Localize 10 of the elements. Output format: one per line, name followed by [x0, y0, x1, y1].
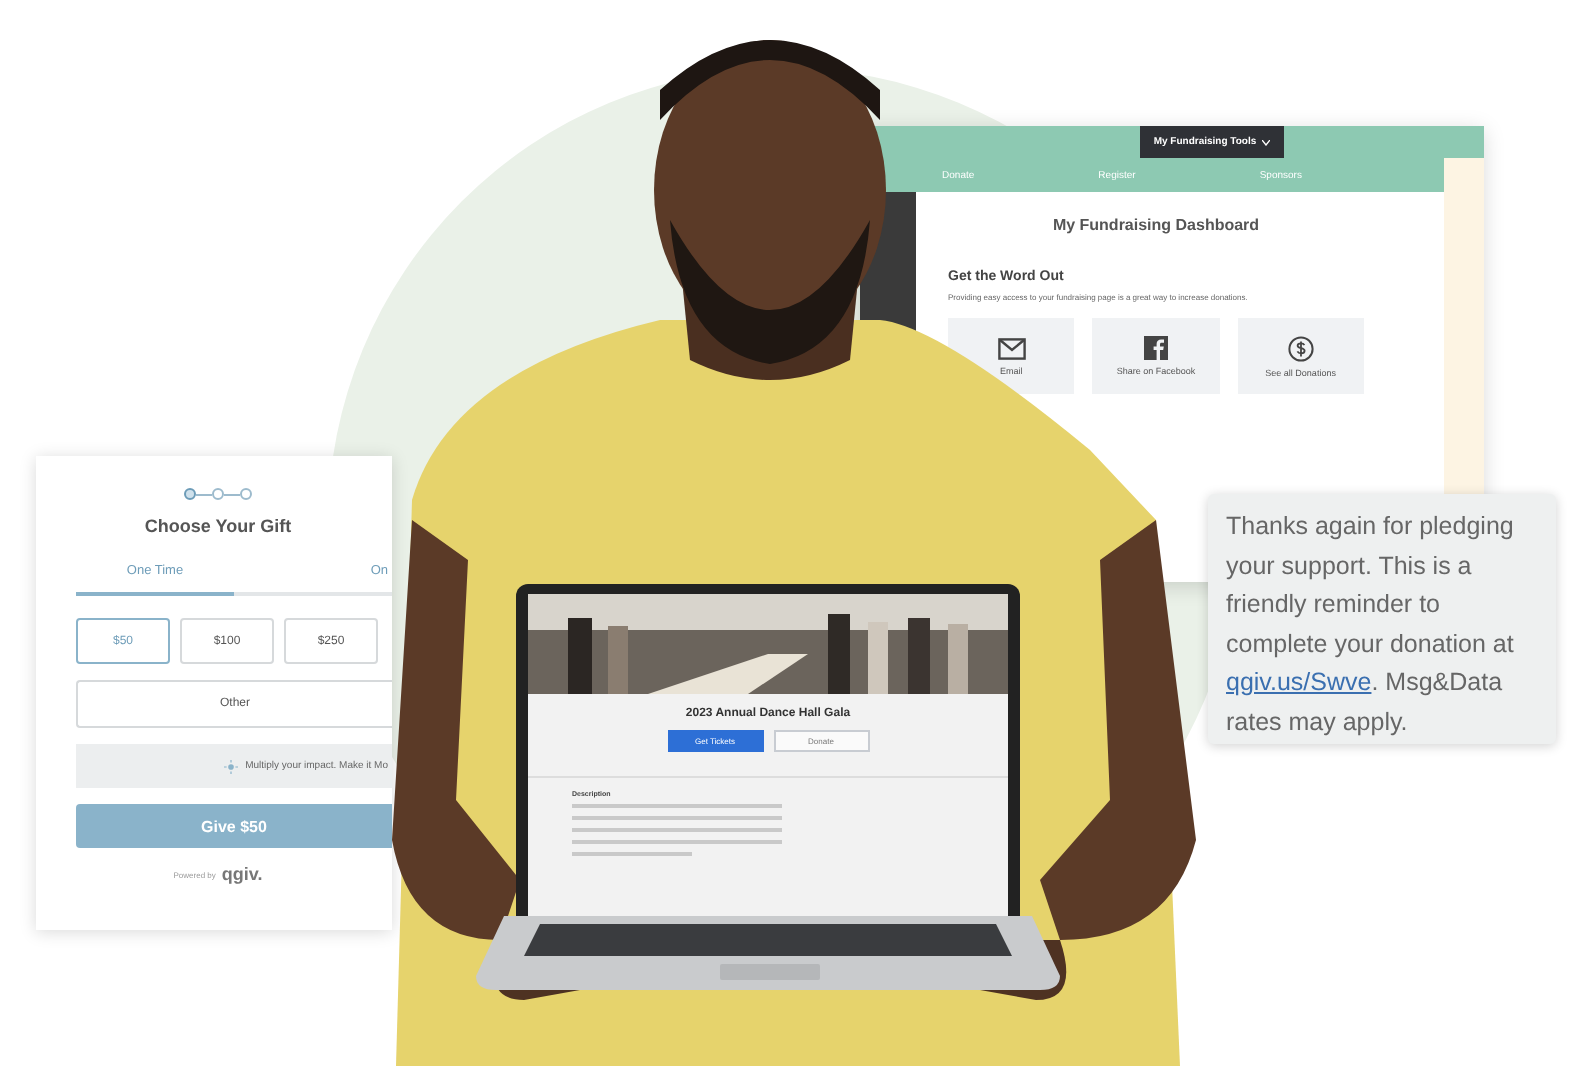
facebook-icon [1143, 336, 1168, 360]
dashboard-title: My Fundraising Dashboard [1050, 216, 1262, 234]
brand-logo: qgiv. [221, 864, 263, 884]
caret-icon [1262, 139, 1271, 145]
donation-link[interactable]: qgiv.us/Swve [1226, 668, 1372, 696]
sparkle-icon [223, 759, 238, 773]
dollar-icon [1287, 335, 1314, 361]
gift-title: Choose Your Gift [142, 516, 294, 536]
sms-text: Thanks again for pledging your support. This is a friendly reminder to complete your donation at qgiv.us/Swve. Msg&Data rates may apply. [1226, 510, 1516, 740]
envelope-icon [997, 337, 1026, 359]
